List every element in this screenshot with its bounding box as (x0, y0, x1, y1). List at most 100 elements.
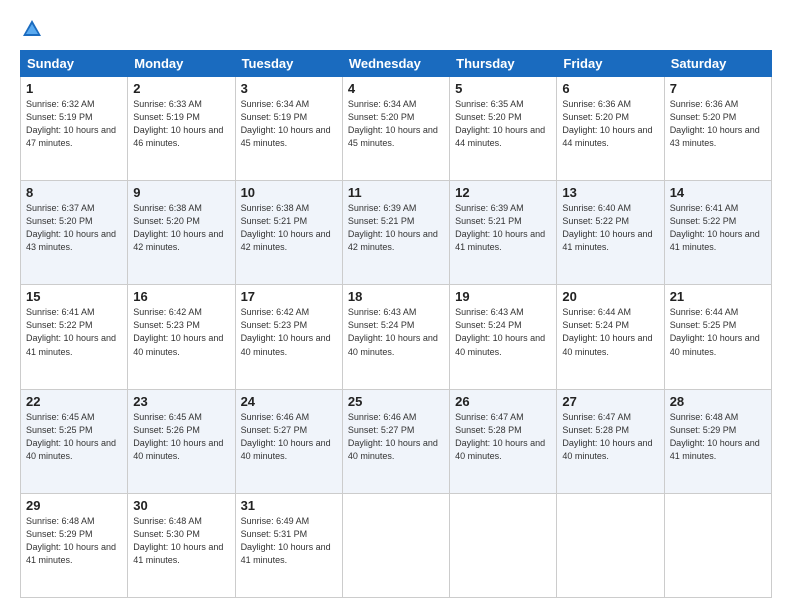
day-info: Sunrise: 6:34 AMSunset: 5:19 PMDaylight:… (241, 98, 337, 150)
day-info: Sunrise: 6:46 AMSunset: 5:27 PMDaylight:… (241, 411, 337, 463)
logo (20, 18, 44, 40)
day-info: Sunrise: 6:48 AMSunset: 5:30 PMDaylight:… (133, 515, 229, 567)
calendar-row-1: 1Sunrise: 6:32 AMSunset: 5:19 PMDaylight… (21, 77, 772, 181)
calendar-cell: 31Sunrise: 6:49 AMSunset: 5:31 PMDayligh… (235, 493, 342, 597)
calendar-cell: 4Sunrise: 6:34 AMSunset: 5:20 PMDaylight… (342, 77, 449, 181)
calendar-cell: 20 Sunrise: 6:44 AMSunset: 5:24 PMDayligh… (557, 285, 664, 389)
calendar-cell: 23 Sunrise: 6:45 AMSunset: 5:26 PMDayligh… (128, 389, 235, 493)
calendar-cell (557, 493, 664, 597)
day-number: 20 (562, 289, 658, 304)
calendar-cell: 10 Sunrise: 6:38 AMSunset: 5:21 PMDayligh… (235, 181, 342, 285)
day-info: Sunrise: 6:40 AMSunset: 5:22 PMDaylight:… (562, 202, 658, 254)
calendar-cell: 19 Sunrise: 6:43 AMSunset: 5:24 PMDayligh… (450, 285, 557, 389)
day-info: Sunrise: 6:44 AMSunset: 5:24 PMDaylight:… (562, 306, 658, 358)
day-number: 2 (133, 81, 229, 96)
calendar-cell: 25Sunrise: 6:46 AMSunset: 5:27 PMDayligh… (342, 389, 449, 493)
day-info: Sunrise: 6:38 AMSunset: 5:20 PMDaylight:… (133, 202, 229, 254)
calendar-table: Sunday Monday Tuesday Wednesday Thursday… (20, 50, 772, 598)
calendar-cell: 22Sunrise: 6:45 AMSunset: 5:25 PMDayligh… (21, 389, 128, 493)
day-info: Sunrise: 6:42 AMSunset: 5:23 PMDaylight:… (241, 306, 337, 358)
day-info: Sunrise: 6:48 AMSunset: 5:29 PMDaylight:… (26, 515, 122, 567)
day-number: 31 (241, 498, 337, 513)
day-info: Sunrise: 6:47 AMSunset: 5:28 PMDaylight:… (455, 411, 551, 463)
col-sunday: Sunday (21, 51, 128, 77)
day-number: 8 (26, 185, 122, 200)
day-number: 14 (670, 185, 766, 200)
day-info: Sunrise: 6:44 AMSunset: 5:25 PMDaylight:… (670, 306, 766, 358)
calendar-cell: 28 Sunrise: 6:48 AMSunset: 5:29 PMDayligh… (664, 389, 771, 493)
calendar-cell: 12 Sunrise: 6:39 AMSunset: 5:21 PMDayligh… (450, 181, 557, 285)
calendar-cell: 11 Sunrise: 6:39 AMSunset: 5:21 PMDayligh… (342, 181, 449, 285)
calendar-row-2: 8 Sunrise: 6:37 AMSunset: 5:20 PMDaylight… (21, 181, 772, 285)
calendar-cell: 14 Sunrise: 6:41 AMSunset: 5:22 PMDayligh… (664, 181, 771, 285)
day-number: 26 (455, 394, 551, 409)
day-number: 10 (241, 185, 337, 200)
day-number: 7 (670, 81, 766, 96)
calendar-cell: 27Sunrise: 6:47 AMSunset: 5:28 PMDayligh… (557, 389, 664, 493)
day-info: Sunrise: 6:33 AMSunset: 5:19 PMDaylight:… (133, 98, 229, 150)
day-number: 22 (26, 394, 122, 409)
logo-icon (21, 18, 43, 40)
page: Sunday Monday Tuesday Wednesday Thursday… (0, 0, 792, 612)
day-info: Sunrise: 6:45 AMSunset: 5:26 PMDaylight:… (133, 411, 229, 463)
calendar-cell: 30 Sunrise: 6:48 AMSunset: 5:30 PMDayligh… (128, 493, 235, 597)
col-monday: Monday (128, 51, 235, 77)
day-number: 17 (241, 289, 337, 304)
col-tuesday: Tuesday (235, 51, 342, 77)
day-info: Sunrise: 6:43 AMSunset: 5:24 PMDaylight:… (348, 306, 444, 358)
calendar-cell: 5Sunrise: 6:35 AMSunset: 5:20 PMDaylight… (450, 77, 557, 181)
day-number: 3 (241, 81, 337, 96)
calendar-cell: 7 Sunrise: 6:36 AMSunset: 5:20 PMDaylight… (664, 77, 771, 181)
header (20, 18, 772, 40)
day-number: 1 (26, 81, 122, 96)
col-friday: Friday (557, 51, 664, 77)
calendar-cell: 3 Sunrise: 6:34 AMSunset: 5:19 PMDaylight… (235, 77, 342, 181)
day-info: Sunrise: 6:38 AMSunset: 5:21 PMDaylight:… (241, 202, 337, 254)
calendar-cell: 13Sunrise: 6:40 AMSunset: 5:22 PMDayligh… (557, 181, 664, 285)
calendar-row-3: 15Sunrise: 6:41 AMSunset: 5:22 PMDayligh… (21, 285, 772, 389)
calendar-cell: 9 Sunrise: 6:38 AMSunset: 5:20 PMDaylight… (128, 181, 235, 285)
col-thursday: Thursday (450, 51, 557, 77)
day-number: 21 (670, 289, 766, 304)
calendar-cell: 6 Sunrise: 6:36 AMSunset: 5:20 PMDaylight… (557, 77, 664, 181)
day-info: Sunrise: 6:36 AMSunset: 5:20 PMDaylight:… (562, 98, 658, 150)
day-info: Sunrise: 6:41 AMSunset: 5:22 PMDaylight:… (670, 202, 766, 254)
calendar-cell: 24 Sunrise: 6:46 AMSunset: 5:27 PMDayligh… (235, 389, 342, 493)
day-number: 5 (455, 81, 551, 96)
day-number: 11 (348, 185, 444, 200)
day-info: Sunrise: 6:48 AMSunset: 5:29 PMDaylight:… (670, 411, 766, 463)
calendar-cell: 29Sunrise: 6:48 AMSunset: 5:29 PMDayligh… (21, 493, 128, 597)
day-info: Sunrise: 6:37 AMSunset: 5:20 PMDaylight:… (26, 202, 122, 254)
day-info: Sunrise: 6:42 AMSunset: 5:23 PMDaylight:… (133, 306, 229, 358)
calendar-cell (664, 493, 771, 597)
day-number: 27 (562, 394, 658, 409)
calendar-cell (450, 493, 557, 597)
day-number: 6 (562, 81, 658, 96)
day-info: Sunrise: 6:43 AMSunset: 5:24 PMDaylight:… (455, 306, 551, 358)
calendar-cell: 15Sunrise: 6:41 AMSunset: 5:22 PMDayligh… (21, 285, 128, 389)
day-number: 19 (455, 289, 551, 304)
calendar-cell: 26 Sunrise: 6:47 AMSunset: 5:28 PMDayligh… (450, 389, 557, 493)
calendar-cell (342, 493, 449, 597)
col-saturday: Saturday (664, 51, 771, 77)
day-number: 30 (133, 498, 229, 513)
calendar-cell: 2 Sunrise: 6:33 AMSunset: 5:19 PMDaylight… (128, 77, 235, 181)
day-number: 25 (348, 394, 444, 409)
day-number: 12 (455, 185, 551, 200)
day-info: Sunrise: 6:36 AMSunset: 5:20 PMDaylight:… (670, 98, 766, 150)
calendar-cell: 16Sunrise: 6:42 AMSunset: 5:23 PMDayligh… (128, 285, 235, 389)
day-number: 15 (26, 289, 122, 304)
calendar-header-row: Sunday Monday Tuesday Wednesday Thursday… (21, 51, 772, 77)
day-number: 28 (670, 394, 766, 409)
calendar-cell: 21 Sunrise: 6:44 AMSunset: 5:25 PMDayligh… (664, 285, 771, 389)
day-number: 24 (241, 394, 337, 409)
day-number: 23 (133, 394, 229, 409)
calendar-cell: 18Sunrise: 6:43 AMSunset: 5:24 PMDayligh… (342, 285, 449, 389)
day-info: Sunrise: 6:39 AMSunset: 5:21 PMDaylight:… (348, 202, 444, 254)
col-wednesday: Wednesday (342, 51, 449, 77)
calendar-row-4: 22Sunrise: 6:45 AMSunset: 5:25 PMDayligh… (21, 389, 772, 493)
day-info: Sunrise: 6:34 AMSunset: 5:20 PMDaylight:… (348, 98, 444, 150)
day-info: Sunrise: 6:39 AMSunset: 5:21 PMDaylight:… (455, 202, 551, 254)
calendar-cell: 1Sunrise: 6:32 AMSunset: 5:19 PMDaylight… (21, 77, 128, 181)
day-number: 9 (133, 185, 229, 200)
